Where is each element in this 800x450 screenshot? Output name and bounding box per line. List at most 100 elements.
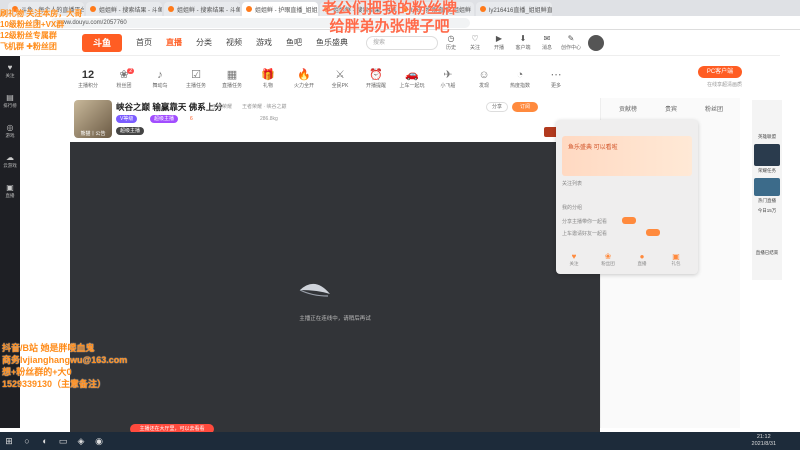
toolbar-level[interactable]: 12 主播积分 (70, 68, 106, 89)
dot-icon: ● (639, 252, 645, 261)
system-clock[interactable]: 21:12 2021/8/31 (752, 434, 776, 448)
nav-game[interactable]: 游戏 (256, 37, 272, 48)
fan-badge: 超级主播 (116, 127, 145, 135)
search-input[interactable]: 搜索 (366, 35, 438, 50)
popup-row[interactable]: 分享主播带你一起看 (562, 218, 607, 225)
browser-tab-active[interactable]: 姐姐鲜 - 护眼直播_姐姐鲜 (242, 2, 318, 16)
toolbar-remind[interactable]: ⏰ 开播提醒 (358, 68, 394, 89)
start-icon[interactable]: ⊞ (0, 432, 18, 450)
toolbar-dance[interactable]: ♪ 舞动鸟 (142, 68, 178, 89)
pc-client-button[interactable]: PC客户端 (698, 66, 742, 78)
search-icon[interactable]: ○ (18, 432, 36, 450)
sidebar-item-cloudgame[interactable]: ☁ 云游戏 (0, 146, 20, 176)
fire-icon: 🔥 (297, 68, 311, 81)
douyu-logo[interactable]: 斗鱼 (82, 33, 122, 52)
streamer-avatar[interactable]: 熊猫丨公告 (74, 100, 112, 138)
level-badge: V等级 (116, 115, 138, 123)
loading-spinner-icon (299, 283, 330, 297)
toolbar-fanclub[interactable]: 2 ❀ 粉丝团 (106, 67, 142, 89)
sidebar-item-live[interactable]: ▣ 直播 (0, 176, 20, 206)
site-favicon-icon (480, 6, 486, 12)
nav-festival[interactable]: 鱼乐盛典 (316, 37, 348, 48)
right-panel-tabs: 贡献榜 贵宾 粉丝团 (605, 104, 737, 113)
popup-toggle[interactable] (622, 217, 636, 224)
toolbar-ship[interactable]: ✈ 小飞船 (430, 68, 466, 89)
toolbar-pk[interactable]: ⚔ 全民PK (322, 68, 358, 89)
ad-label: 直播已结束 (755, 250, 779, 255)
toolbar-livetask[interactable]: ▦ 直播任务 (214, 68, 250, 89)
flower-icon: ❀ (604, 252, 612, 261)
toolbar-task[interactable]: ☑ 主播任务 (178, 68, 214, 89)
share-button[interactable]: 分享 (486, 102, 508, 112)
right-ad-rail: 英雄联盟 荣耀任务 热门直播 今日15万 直播已结束 (752, 100, 782, 280)
sidebar-item-game[interactable]: ◎ 游戏 (0, 116, 20, 146)
ad-label: 荣耀任务 (758, 168, 776, 173)
gauge-icon: ◔ (516, 68, 524, 81)
nav-category[interactable]: 分类 (196, 37, 212, 48)
tab-vip[interactable]: 贵宾 (665, 104, 677, 113)
popup-toggle[interactable] (646, 229, 660, 236)
sidebar-item-rank[interactable]: ▤ 排行榜 (0, 86, 20, 116)
nav-live[interactable]: 直播 (166, 37, 182, 48)
header-creator[interactable]: ✎ 创作中心 (560, 34, 582, 51)
obs-icon[interactable]: ◉ (90, 432, 108, 450)
sidebar-item-follow[interactable]: ♥ 关注 (0, 56, 20, 86)
gamepad-icon: ◎ (6, 123, 14, 132)
app-icon[interactable]: ◈ (72, 432, 90, 450)
mail-icon: ✉ (543, 34, 551, 43)
toolbar-fire[interactable]: 🔥 火力全开 (286, 68, 322, 89)
popup-mini-pack[interactable]: ▣ 礼包 (666, 252, 686, 267)
checkbox-icon: ☑ (191, 68, 201, 81)
toolbar-gift[interactable]: 🎁 礼物 (250, 68, 286, 89)
nav-fishbar[interactable]: 鱼吧 (286, 37, 302, 48)
popup-row[interactable]: 关注列表 (562, 180, 582, 187)
heart-icon: ♡ (471, 34, 479, 43)
popup-mini-fans[interactable]: ❀ 粉丝团 (598, 252, 618, 267)
subscribe-button[interactable]: 订阅 (512, 102, 538, 112)
header-messages[interactable]: ✉ 消息 (536, 34, 558, 51)
popup-row[interactable]: 我的分组 (562, 204, 582, 211)
ad-banner[interactable] (754, 178, 780, 196)
overlay-bottom-left: 抖音/B站 她是胖喽血鬼 商务lvjianghangwu@163.com 想+粉… (2, 343, 128, 389)
header-follow[interactable]: ♡ 关注 (464, 34, 486, 51)
header-golive[interactable]: ▶ 开播 (488, 34, 510, 51)
tab-fans[interactable]: 粉丝团 (705, 104, 723, 113)
tab-contribution[interactable]: 贡献榜 (619, 104, 637, 113)
toolbar-car[interactable]: 🚗 上车一起玩 (394, 68, 430, 89)
toolbar-heat[interactable]: ◔ 热度指数 (502, 68, 538, 89)
room-toolbar: 12 主播积分 2 ❀ 粉丝团 ♪ 舞动鸟 ☑ 主播任务 ▦ 直播任务 🎁 礼物 🔥 火力全开 … (70, 58, 750, 98)
nav-video[interactable]: 视频 (226, 37, 242, 48)
download-icon: ⬇ (519, 34, 527, 43)
gift-icon: 🎁 (261, 68, 275, 81)
stream-category[interactable]: 王者荣耀 (212, 103, 232, 110)
nav-home[interactable]: 首页 (136, 37, 152, 48)
toolbar-more[interactable]: ⋯ 更多 (538, 68, 574, 89)
music-icon: ♪ (157, 68, 163, 81)
folder-icon[interactable]: ▭ (54, 432, 72, 450)
toolbar-discover[interactable]: ☺ 发现 (466, 68, 502, 89)
ad-banner[interactable] (754, 144, 780, 166)
site-favicon-icon (168, 6, 174, 12)
follower-count: 286.8kg (260, 116, 278, 122)
user-avatar[interactable] (588, 34, 604, 51)
browser-tab[interactable]: ly216416直播_姐姐鲜直播 (476, 2, 552, 16)
face-icon: ☺ (478, 68, 490, 81)
browser-icon[interactable]: ◐ (36, 432, 54, 450)
box-icon: ▣ (672, 252, 680, 261)
video-status-message: 主播正在连线中，请稍后再试 (299, 316, 371, 322)
popup-mini-follow[interactable]: ♥ 关注 (564, 252, 584, 267)
popup-row[interactable]: 上车邀请好友一起看 (562, 230, 607, 237)
video-player[interactable]: 主播正在连线中，请稍后再试 主播还在大厅里，可以去看看 (70, 142, 600, 434)
popup-mini-live[interactable]: ● 直播 (632, 252, 652, 267)
ad-label: 今日15万 (757, 208, 777, 213)
ad-label: 热门直播 (758, 198, 776, 203)
popup-banner[interactable]: 鱼乐盛典 可以看啦 (562, 136, 692, 176)
site-favicon-icon (90, 6, 96, 12)
header-client[interactable]: ⬇ 客户端 (512, 34, 534, 51)
browser-tab[interactable]: 姐姐鲜 - 搜索结果 - 斗鱼直播 (86, 2, 162, 16)
list-icon: ▤ (6, 93, 14, 102)
ad-label: 英雄联盟 (758, 134, 776, 139)
header-history[interactable]: ◷ 历史 (440, 34, 462, 51)
follow-popup: 鱼乐盛典 可以看啦 关注列表 我的分组 分享主播带你一起看 上车邀请好友一起看 … (556, 120, 698, 274)
browser-tab[interactable]: 姐姐鲜 - 搜索结果 - 斗鱼直播 (164, 2, 240, 16)
